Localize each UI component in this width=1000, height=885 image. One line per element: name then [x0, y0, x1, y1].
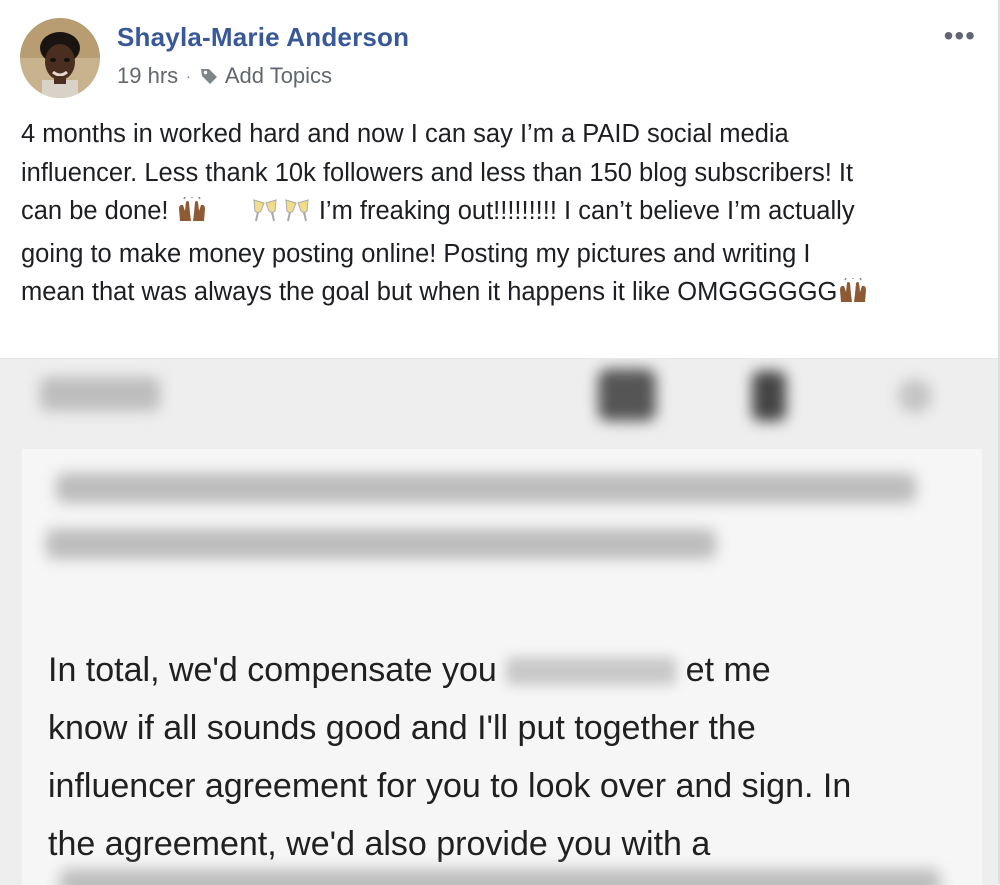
post-text-segment: mean that was always the goal but when i…: [21, 278, 838, 306]
add-topics-link[interactable]: Add Topics: [225, 63, 332, 89]
message-line: In total, we'd compensate you et me: [48, 641, 948, 699]
post-text: 4 months in worked hard and now I can sa…: [21, 115, 981, 316]
redacted-amount: [506, 657, 677, 685]
post-photo[interactable]: In total, we'd compensate you et me know…: [0, 358, 998, 885]
raising-hands-emoji-icon: [176, 196, 208, 235]
tag-icon[interactable]: [199, 66, 219, 86]
message-line: know if all sounds good and I'll put tog…: [48, 709, 756, 747]
post-text-line-with-emoji: mean that was always the goal but when i…: [21, 273, 981, 316]
clinking-glasses-emoji-icon: [248, 196, 312, 235]
post-timestamp[interactable]: 19 hrs: [117, 63, 178, 89]
blurred-text-line: [46, 529, 716, 559]
post-text-line: 4 months in worked hard and now I can sa…: [21, 120, 789, 148]
post-text-segment: can be done!: [21, 197, 169, 225]
post-text-line-with-emoji: can be done! I’m freaking out!!!!!!!!! I…: [21, 192, 981, 235]
raising-hands-emoji-icon: [837, 277, 869, 316]
avatar[interactable]: [20, 18, 100, 98]
meta-separator: ·: [186, 68, 191, 84]
post-text-line: going to make money posting online! Post…: [21, 239, 811, 268]
blurred-toolbar-icon: [598, 369, 656, 421]
blurred-header-label: [40, 377, 160, 411]
blurred-toolbar-icon: [898, 379, 932, 413]
facebook-post: Shayla-Marie Anderson 19 hrs · Add Topic…: [0, 0, 1000, 885]
message-text: In total, we'd compensate you et me know…: [48, 641, 948, 873]
avatar-photo: [20, 18, 100, 98]
blurred-text-line: [56, 473, 916, 503]
blurred-text-line: [60, 869, 940, 885]
post-meta: 19 hrs · Add Topics: [117, 63, 332, 89]
blurred-toolbar-icon: [752, 371, 786, 421]
message-segment: et me: [685, 651, 771, 689]
author-name[interactable]: Shayla-Marie Anderson: [117, 22, 409, 53]
post-text-segment: I’m freaking out!!!!!!!!! I can’t believ…: [318, 197, 855, 225]
message-line: influencer agreement for you to look ove…: [48, 767, 852, 805]
message-line: the agreement, we'd also provide you wit…: [48, 825, 711, 863]
more-options-button[interactable]: •••: [944, 20, 976, 52]
post-text-line: influencer. Less thank 10k followers and…: [21, 158, 854, 187]
message-segment: In total, we'd compensate you: [48, 651, 497, 689]
